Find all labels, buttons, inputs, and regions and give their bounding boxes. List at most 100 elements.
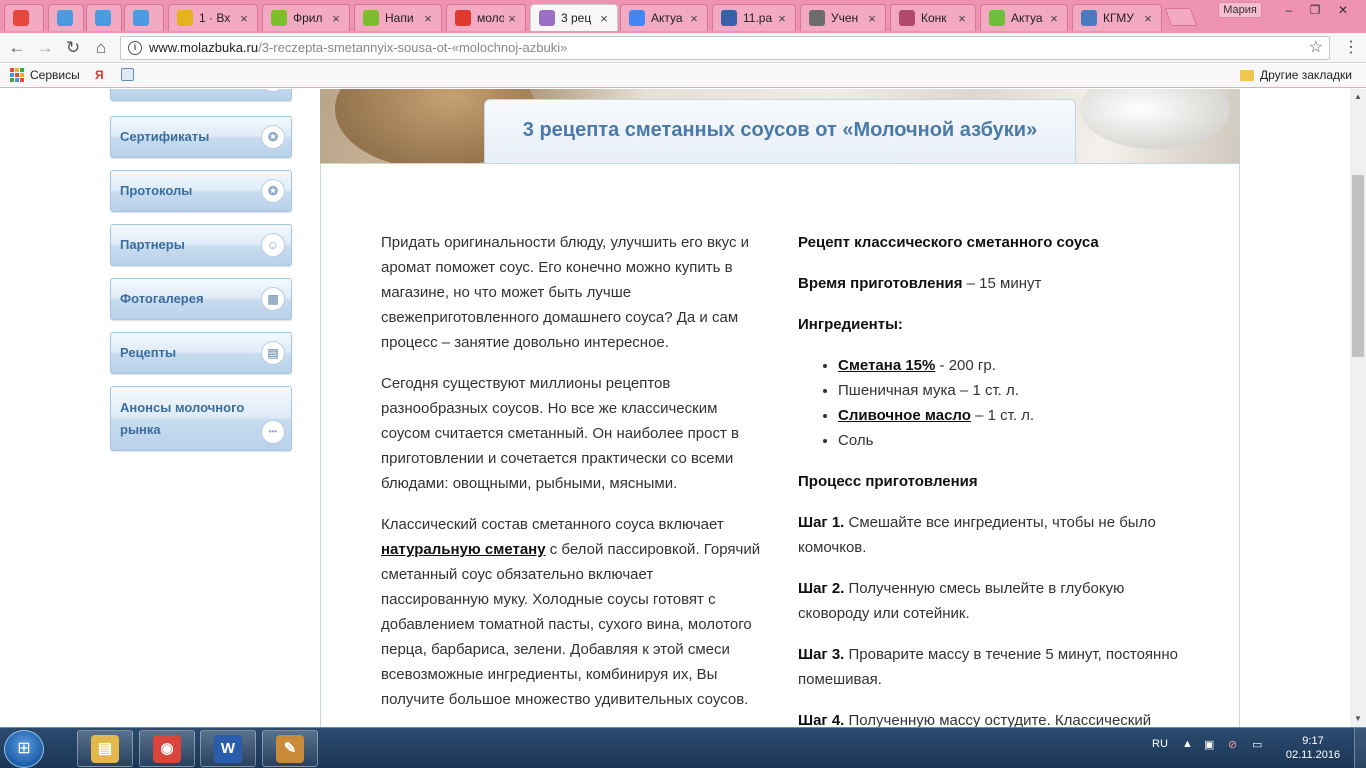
p-icon	[809, 10, 825, 26]
image-icon: ▦	[261, 287, 285, 311]
sidebar-item-4[interactable]: Рецепты ▤	[110, 332, 292, 374]
tab-close-icon[interactable]: ×	[420, 11, 436, 26]
taskbar-app-word[interactable]: W	[200, 730, 256, 767]
award-icon: ✪	[261, 179, 285, 203]
info-icon[interactable]: i	[128, 41, 142, 55]
taskbar-app-paint[interactable]: ✎	[262, 730, 318, 767]
bookmark-yandex[interactable]: Я	[95, 68, 104, 82]
bookmark-other[interactable]: Другие закладки	[1240, 68, 1352, 82]
tab-3[interactable]	[124, 4, 164, 31]
tab-close-icon[interactable]: ×	[236, 11, 252, 26]
forward-icon[interactable]: →	[34, 37, 56, 59]
tab-close-icon[interactable]: ×	[596, 11, 612, 26]
tab-2[interactable]	[86, 4, 122, 31]
restore-icon[interactable]: ❐	[1302, 1, 1328, 19]
tab-7[interactable]: моло ×	[446, 4, 526, 31]
bookmark-site[interactable]	[121, 68, 134, 81]
taskbar: ⊞ ▤ ◉ W ✎ RU ▲ ▣ ⊘ ▭ 9:17 02.11.2016	[0, 727, 1366, 768]
tab-13[interactable]: Актуа ×	[980, 4, 1068, 31]
tab-close-icon[interactable]: ×	[954, 11, 970, 26]
tab-0[interactable]	[4, 4, 44, 31]
step-text: Смешайте все ингредиенты, чтобы не было …	[798, 514, 1156, 556]
scroll-thumb[interactable]	[1352, 175, 1364, 357]
tab-close-icon[interactable]: ×	[774, 11, 790, 26]
ingredient-text: Пшеничная мука – 1 ст. л.	[838, 382, 1019, 399]
tray-antivirus-icon[interactable]: ⊘	[1228, 738, 1237, 751]
tab-8[interactable]: 3 рец ×	[530, 4, 618, 31]
scroll-down-icon[interactable]: ▼	[1350, 711, 1366, 727]
recipe-title: Рецепт классического сметанного соуса	[798, 230, 1190, 255]
tab-close-icon[interactable]: ×	[1046, 11, 1062, 26]
close-window-icon[interactable]: ✕	[1330, 1, 1356, 19]
tab-title: Фрил	[293, 11, 323, 25]
step-1: Шаг 1. Смешайте все ингредиенты, чтобы н…	[798, 510, 1190, 560]
sidebar-item-hidden[interactable]: ✪	[110, 89, 292, 101]
language-indicator[interactable]: RU	[1152, 738, 1168, 750]
scroll-up-icon[interactable]: ▲	[1350, 89, 1366, 105]
taskbar-app-chrome[interactable]: ◉	[139, 730, 195, 767]
tray-device-icon[interactable]: ▣	[1204, 738, 1214, 751]
url-domain: www.molazbuka.ru	[149, 40, 259, 55]
reload-icon[interactable]: ↻	[62, 37, 84, 59]
clock-time: 9:17	[1302, 735, 1324, 747]
sidebar-item-label: Протоколы	[120, 183, 193, 198]
tab-5[interactable]: Фрил ×	[262, 4, 350, 31]
sidebar-item-2[interactable]: Партнеры ☺	[110, 224, 292, 266]
ingredient-link[interactable]: Сливочное масло	[838, 407, 971, 424]
page-scrollbar[interactable]: ▲ ▼	[1350, 89, 1366, 727]
ingredient-item: Пшеничная мука – 1 ст. л.	[838, 378, 1190, 403]
natural-sour-cream-link[interactable]: натуральную сметану	[381, 541, 546, 558]
prep-time-value: – 15 минут	[962, 275, 1042, 292]
tab-6[interactable]: Напи ×	[354, 4, 442, 31]
back-icon[interactable]: ←	[6, 37, 28, 59]
bookmark-star-icon[interactable]: ☆	[1309, 37, 1323, 59]
tab-12[interactable]: Конк ×	[890, 4, 976, 31]
tab-title: Учен	[831, 11, 859, 25]
step-text: Полученную смесь вылейте в глубокую сков…	[798, 580, 1125, 622]
show-desktop-button[interactable]	[1354, 728, 1366, 768]
menu-icon[interactable]: ⋮	[1342, 37, 1360, 59]
prep-time-label: Время приготовления	[798, 275, 963, 292]
tab-9[interactable]: Актуа ×	[620, 4, 708, 31]
home-icon[interactable]: ⌂	[90, 37, 112, 59]
tab-1[interactable]	[48, 4, 84, 31]
paragraph-3: Классический состав сметанного соуса вкл…	[381, 512, 765, 712]
ingredient-link[interactable]: Сметана 15%	[838, 357, 935, 374]
bookmark-other-label: Другие закладки	[1260, 68, 1352, 82]
tab-title: КГМУ	[1103, 11, 1134, 25]
tab-close-icon[interactable]: ×	[686, 11, 702, 26]
globe-icon	[1081, 10, 1097, 26]
sidebar-item-1[interactable]: Протоколы ✪	[110, 170, 292, 212]
clock[interactable]: 9:17 02.11.2016	[1278, 734, 1348, 762]
tab-14[interactable]: КГМУ ×	[1072, 4, 1162, 31]
new-tab-button[interactable]	[1164, 8, 1198, 26]
tab-11[interactable]: Учен ×	[800, 4, 886, 31]
sidebar-item-label: Фотогалерея	[120, 291, 204, 306]
user-icon: ☺	[261, 233, 285, 257]
more-icon: •••	[261, 420, 285, 444]
sidebar-item-label: Анонсы молочного рынка	[120, 399, 245, 437]
step-4: Шаг 4. Полученную массу остудите. Класси…	[798, 708, 1190, 727]
web-page: ✪ Сертификаты ✪ Протоколы ✪ Партнеры ☺ Фотогал…	[0, 89, 1350, 727]
tab-close-icon[interactable]: ×	[504, 11, 520, 26]
tab-close-icon[interactable]: ×	[328, 11, 344, 26]
step-label: Шаг 4.	[798, 712, 845, 727]
bookmark-services[interactable]: Сервисы	[10, 68, 80, 82]
tray-expand-icon[interactable]: ▲	[1182, 738, 1193, 750]
ingredients-label: Ингредиенты:	[798, 316, 903, 333]
address-bar[interactable]: i www.molazbuka.ru/3-reczepta-smetannyix…	[120, 36, 1330, 60]
sidebar-item-0[interactable]: Сертификаты ✪	[110, 116, 292, 158]
tab-10[interactable]: 11.ра ×	[712, 4, 796, 31]
start-button[interactable]: ⊞	[4, 730, 44, 768]
tab-close-icon[interactable]: ×	[1140, 11, 1156, 26]
mail-icon	[177, 10, 193, 26]
sidebar-item-5[interactable]: Анонсы молочного рынка •••	[110, 386, 292, 451]
minimize-icon[interactable]: ‒	[1276, 1, 1302, 19]
sidebar-item-label: Сертификаты	[120, 129, 210, 144]
tray-network-icon[interactable]: ▭	[1252, 738, 1262, 751]
sidebar-item-3[interactable]: Фотогалерея ▦	[110, 278, 292, 320]
profile-button[interactable]: Мария	[1218, 2, 1262, 18]
tab-4[interactable]: 1 · Вх ×	[168, 4, 258, 31]
taskbar-app-explorer[interactable]: ▤	[77, 730, 133, 767]
tab-close-icon[interactable]: ×	[864, 11, 880, 26]
